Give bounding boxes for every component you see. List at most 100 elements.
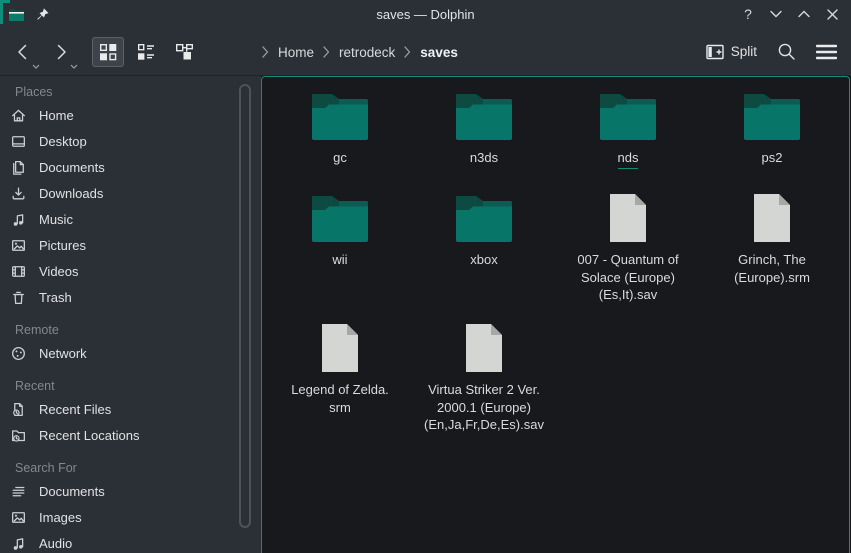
music-icon — [10, 211, 27, 228]
item-label-line: Grinch, The — [738, 251, 806, 269]
item-label-line: wii — [332, 251, 347, 269]
details-view-button[interactable] — [130, 37, 162, 67]
trash-icon — [10, 289, 27, 306]
folder-item-xbox[interactable]: xbox — [412, 191, 556, 321]
item-label-line: Legend of Zelda. — [291, 381, 389, 399]
folder-icon — [311, 191, 369, 243]
file-icon — [753, 191, 791, 243]
file-item-007-quantum-of-solace-europe-es-it-sav[interactable]: 007 - Quantum ofSolace (Europe)(Es,It).s… — [556, 191, 700, 321]
folder-item-n3ds[interactable]: n3ds — [412, 89, 556, 191]
sidebar-item-desktop[interactable]: Desktop — [0, 128, 261, 154]
item-label: Virtua Striker 2 Ver.2000.1 (Europe)(En,… — [424, 381, 544, 434]
item-label: Legend of Zelda.srm — [291, 381, 389, 416]
item-label-line: 2000.1 (Europe) — [437, 399, 531, 417]
section-title-search-for: Search For — [0, 458, 261, 478]
item-label-line: (En,Ja,Fr,De,Es).sav — [424, 416, 544, 434]
recent-files-icon — [10, 401, 27, 418]
hamburger-menu-icon[interactable] — [816, 44, 837, 60]
item-label-line: gc — [333, 149, 347, 167]
breadcrumb-item-saves[interactable]: saves — [420, 45, 458, 60]
pin-icon[interactable] — [35, 7, 50, 22]
sidebar-item-music[interactable]: Music — [0, 206, 261, 232]
sidebar-item-images[interactable]: Images — [0, 504, 261, 530]
back-history-caret-icon[interactable] — [32, 64, 40, 69]
window-corner-accent — [0, 0, 10, 3]
split-button[interactable]: Split — [706, 44, 757, 60]
minimize-button[interactable] — [767, 5, 785, 23]
section-title-places: Places — [0, 82, 261, 102]
breadcrumb-item-home[interactable]: Home — [278, 45, 314, 60]
sidebar-item-recent-locations[interactable]: Recent Locations — [0, 422, 261, 448]
split-icon — [706, 44, 724, 60]
videos-icon — [10, 263, 27, 280]
folder-item-gc[interactable]: gc — [268, 89, 412, 191]
sidebar-item-pictures[interactable]: Pictures — [0, 232, 261, 258]
back-button[interactable] — [8, 37, 38, 67]
home-icon — [10, 107, 27, 124]
item-label-line: 007 - Quantum of — [577, 251, 678, 269]
sidebar-item-home[interactable]: Home — [0, 102, 261, 128]
folder-icon — [455, 191, 513, 243]
sidebar-item-trash[interactable]: Trash — [0, 284, 261, 310]
breadcrumb-item-retrodeck[interactable]: retrodeck — [339, 45, 395, 60]
maximize-button[interactable] — [795, 5, 813, 23]
desktop-icon — [10, 133, 27, 150]
forward-button[interactable] — [46, 37, 76, 67]
sidebar-item-downloads[interactable]: Downloads — [0, 180, 261, 206]
folder-item-wii[interactable]: wii — [268, 191, 412, 321]
sidebar-item-videos[interactable]: Videos — [0, 258, 261, 284]
folder-item-ps2[interactable]: ps2 — [700, 89, 844, 191]
toolbar-right-group: Split — [706, 42, 851, 61]
folder-item-nds[interactable]: nds — [556, 89, 700, 191]
item-label-line: srm — [329, 399, 351, 417]
documents-icon — [10, 159, 27, 176]
breadcrumb: Home retrodeck saves — [262, 28, 458, 76]
item-label: nds — [618, 149, 639, 169]
section-title-remote: Remote — [0, 320, 261, 340]
recent-locations-icon — [10, 427, 27, 444]
breadcrumb-chevron-icon — [323, 46, 330, 58]
item-label-line: ps2 — [762, 149, 783, 167]
sidebar-scrollbar[interactable] — [239, 84, 251, 528]
item-label-line: (Es,It).sav — [599, 286, 658, 304]
sidebar-item-label: Network — [39, 346, 87, 361]
search-audio-icon — [10, 535, 27, 552]
split-button-label: Split — [731, 44, 757, 59]
sidebar-item-audio[interactable]: Audio — [0, 530, 261, 553]
sidebar-item-documents[interactable]: Documents — [0, 154, 261, 180]
close-button[interactable] — [823, 5, 841, 23]
window-corner-accent — [0, 0, 3, 24]
help-button[interactable]: ? — [739, 5, 757, 23]
section-title-recent: Recent — [0, 376, 261, 396]
places-panel: PlacesHomeDesktopDocumentsDownloadsMusic… — [0, 76, 261, 553]
item-label-line: (Europe).srm — [734, 269, 810, 287]
item-label: 007 - Quantum ofSolace (Europe)(Es,It).s… — [577, 251, 678, 304]
icons-view-button[interactable] — [92, 37, 124, 67]
view-mode-group — [92, 37, 200, 67]
sidebar-item-label: Images — [39, 510, 82, 525]
file-item-grinch-the-europe-srm[interactable]: Grinch, The(Europe).srm — [700, 191, 844, 321]
search-images-icon — [10, 509, 27, 526]
breadcrumb-chevron-icon — [262, 46, 269, 58]
sidebar-item-network[interactable]: Network — [0, 340, 261, 366]
downloads-icon — [10, 185, 27, 202]
sidebar-item-recent-files[interactable]: Recent Files — [0, 396, 261, 422]
forward-history-caret-icon[interactable] — [70, 64, 78, 69]
item-label-line: n3ds — [470, 149, 498, 167]
item-label: gc — [333, 149, 347, 167]
sidebar-item-label: Audio — [39, 536, 72, 551]
sidebar-item-label: Pictures — [39, 238, 86, 253]
file-icon — [321, 321, 359, 373]
sidebar-item-label: Recent Files — [39, 402, 111, 417]
sidebar-item-label: Desktop — [39, 134, 87, 149]
item-label-line: xbox — [470, 251, 497, 269]
sidebar-item-documents[interactable]: Documents — [0, 478, 261, 504]
file-item-virtua-striker-2-ver-2000-1-europe-en-ja-fr-de-es-sav[interactable]: Virtua Striker 2 Ver.2000.1 (Europe)(En,… — [412, 321, 556, 434]
tree-view-button[interactable] — [168, 37, 200, 67]
file-item-legend-of-zelda-srm[interactable]: Legend of Zelda.srm — [268, 321, 412, 434]
folder-view[interactable]: gc n3ds nds ps2 wii xbox 007 - Quantum o… — [261, 76, 850, 553]
item-label-line: nds — [618, 149, 639, 169]
search-icon[interactable] — [777, 42, 796, 61]
sidebar-item-label: Home — [39, 108, 74, 123]
file-icon — [609, 191, 647, 243]
